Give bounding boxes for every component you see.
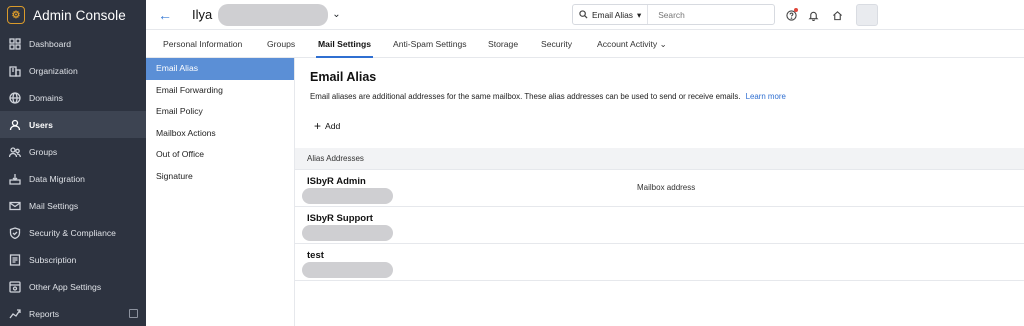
admin-logo-icon: ⚙ bbox=[7, 6, 25, 24]
mail-settings-icon bbox=[8, 199, 21, 212]
add-alias-button[interactable]: + Add bbox=[314, 119, 341, 133]
tab-mail-settings[interactable]: Mail Settings bbox=[315, 31, 374, 58]
tab-personal-information[interactable]: Personal Information bbox=[163, 31, 242, 58]
learn-more-link[interactable]: Learn more bbox=[746, 92, 786, 101]
sidebar-item-data-migration[interactable]: Data Migration bbox=[0, 165, 146, 192]
sidebar-item-label: Mail Settings bbox=[29, 200, 79, 211]
reports-icon bbox=[8, 307, 21, 320]
brand-title: Admin Console bbox=[33, 7, 126, 23]
user-switch-chevron-down-icon[interactable]: ⌄ bbox=[332, 9, 340, 20]
avatar[interactable] bbox=[856, 4, 878, 26]
alias-name: test bbox=[307, 250, 324, 261]
globe-icon bbox=[8, 91, 21, 104]
user-icon bbox=[8, 118, 21, 131]
caret-down-icon: ▾ bbox=[636, 9, 642, 20]
sidebar-item-label: Domains bbox=[29, 92, 63, 103]
description-text: Email aliases are additional addresses f… bbox=[310, 92, 741, 101]
sidebar-item-dashboard[interactable]: Dashboard bbox=[0, 30, 146, 57]
sidebar-item-label: Security & Compliance bbox=[29, 227, 116, 238]
sidebar: ⚙ Admin Console Dashboard Organization D… bbox=[0, 0, 146, 326]
tab-security[interactable]: Security bbox=[541, 31, 572, 58]
search-scope-label: Email Alias bbox=[592, 9, 633, 20]
notification-dot bbox=[794, 8, 798, 12]
table-row[interactable]: test bbox=[295, 244, 1024, 281]
search-bar: Email Alias ▾ bbox=[572, 4, 775, 25]
sidebar-item-groups[interactable]: Groups bbox=[0, 138, 146, 165]
groups-icon bbox=[8, 145, 21, 158]
tab-account-activity-label: Account Activity bbox=[597, 39, 658, 49]
alias-name: ISbyR Admin bbox=[307, 176, 366, 187]
apps-icon bbox=[8, 280, 21, 293]
tab-anti-spam-settings[interactable]: Anti-Spam Settings bbox=[393, 31, 467, 58]
table-row[interactable]: ISbyR Support bbox=[295, 207, 1024, 244]
plus-icon: + bbox=[314, 119, 322, 133]
organization-icon bbox=[8, 64, 21, 77]
sidebar-item-label: Organization bbox=[29, 65, 78, 76]
sidebar-item-other-app-settings[interactable]: Other App Settings bbox=[0, 273, 146, 300]
alias-note: Mailbox address bbox=[637, 183, 696, 192]
subnav-signature[interactable]: Signature bbox=[146, 166, 294, 188]
bell-icon[interactable] bbox=[806, 8, 820, 22]
shield-icon bbox=[8, 226, 21, 239]
email-alias-panel: Email Alias Email aliases are additional… bbox=[295, 58, 1024, 326]
alias-name: ISbyR Support bbox=[307, 213, 373, 224]
user-name: Ilya bbox=[192, 7, 213, 22]
tab-groups[interactable]: Groups bbox=[267, 31, 295, 58]
search-icon bbox=[579, 10, 588, 19]
sidebar-item-users[interactable]: Users bbox=[0, 111, 146, 138]
subnav-mailbox-actions[interactable]: Mailbox Actions bbox=[146, 123, 294, 145]
subnav-out-of-office[interactable]: Out of Office bbox=[146, 144, 294, 166]
sidebar-item-label: Subscription bbox=[29, 254, 77, 265]
email-alias-description: Email aliases are additional addresses f… bbox=[310, 92, 786, 101]
brand[interactable]: ⚙ Admin Console bbox=[0, 0, 146, 30]
sidebar-item-organization[interactable]: Organization bbox=[0, 57, 146, 84]
migration-icon bbox=[8, 172, 21, 185]
tab-bar: Personal Information Groups Mail Setting… bbox=[146, 31, 1024, 58]
subnav-email-policy[interactable]: Email Policy bbox=[146, 101, 294, 123]
redacted-user-email bbox=[218, 3, 329, 26]
help-icon[interactable] bbox=[784, 8, 798, 22]
redacted-alias-address bbox=[302, 225, 393, 241]
sidebar-item-label: Data Migration bbox=[29, 173, 85, 184]
chevron-down-icon: ⌄ bbox=[659, 39, 667, 49]
sidebar-item-label: Users bbox=[29, 119, 53, 130]
external-link-icon[interactable] bbox=[129, 309, 138, 318]
subnav-email-forwarding[interactable]: Email Forwarding bbox=[146, 80, 294, 102]
search-scope-dropdown[interactable]: Email Alias ▾ bbox=[573, 5, 649, 24]
sidebar-item-label: Other App Settings bbox=[29, 281, 102, 292]
subscription-icon bbox=[8, 253, 21, 266]
sidebar-item-label: Reports bbox=[29, 308, 60, 319]
sidebar-item-label: Dashboard bbox=[29, 38, 72, 49]
table-header: Alias Addresses bbox=[295, 148, 1024, 170]
redacted-alias-address bbox=[302, 188, 393, 204]
redacted-alias-address bbox=[302, 262, 393, 278]
sidebar-item-subscription[interactable]: Subscription bbox=[0, 246, 146, 273]
back-arrow-icon[interactable]: ← bbox=[158, 7, 172, 23]
home-icon[interactable] bbox=[830, 8, 844, 22]
sidebar-item-security-compliance[interactable]: Security & Compliance bbox=[0, 219, 146, 246]
search-input[interactable] bbox=[648, 9, 759, 20]
tab-storage[interactable]: Storage bbox=[488, 31, 518, 58]
dashboard-icon bbox=[8, 37, 21, 50]
tab-account-activity[interactable]: Account Activity ⌄ bbox=[597, 31, 667, 58]
sidebar-item-reports[interactable]: Reports bbox=[0, 300, 146, 326]
table-row[interactable]: ISbyR Admin Mailbox address bbox=[295, 170, 1024, 207]
sidebar-item-label: Groups bbox=[29, 146, 58, 157]
mail-settings-subnav: Email Alias Email Forwarding Email Polic… bbox=[146, 58, 295, 326]
add-label: Add bbox=[325, 121, 341, 131]
sidebar-item-domains[interactable]: Domains bbox=[0, 84, 146, 111]
page-title: Email Alias bbox=[310, 70, 377, 84]
sidebar-item-mail-settings[interactable]: Mail Settings bbox=[0, 192, 146, 219]
subnav-email-alias[interactable]: Email Alias bbox=[146, 58, 294, 80]
